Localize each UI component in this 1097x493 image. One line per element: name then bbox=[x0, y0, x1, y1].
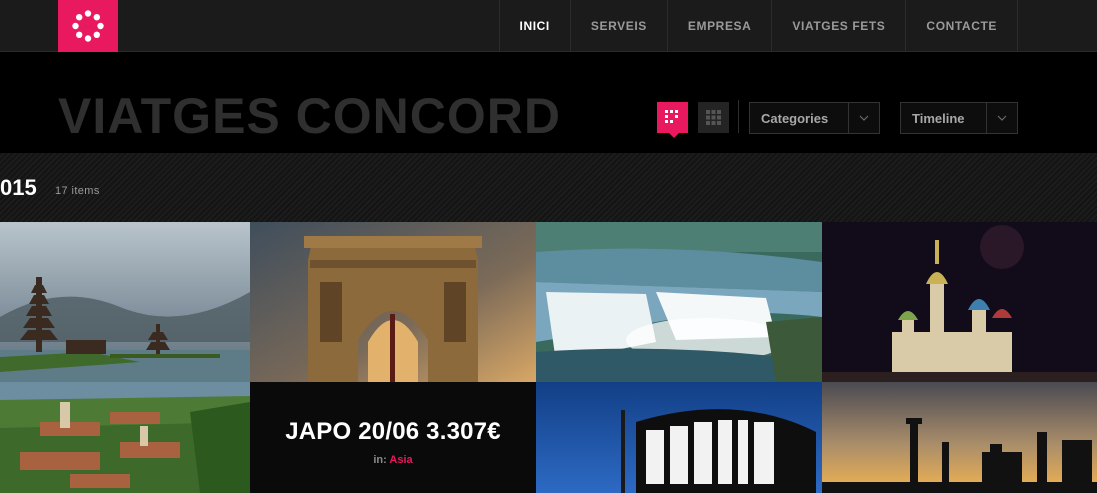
list-view-icon bbox=[665, 110, 678, 123]
nav-item-inici[interactable]: INICI bbox=[500, 0, 571, 52]
grid-view-icon bbox=[706, 110, 721, 125]
site-logo[interactable] bbox=[58, 0, 118, 52]
chevron-down-icon bbox=[986, 103, 1017, 133]
logo-ring-icon bbox=[72, 10, 104, 42]
timeline-dropdown-label: Timeline bbox=[912, 110, 965, 126]
gallery-tile-berlin[interactable] bbox=[536, 382, 822, 493]
featured-title: JAPO 20/06 3.307€ bbox=[285, 418, 501, 445]
waterfalls-image bbox=[536, 222, 822, 382]
list-view-button[interactable] bbox=[657, 102, 688, 138]
chevron-down-icon bbox=[848, 103, 879, 133]
ruins-sunset-image bbox=[822, 382, 1097, 493]
nav-item-serveis[interactable]: SERVEIS bbox=[571, 0, 668, 52]
gallery-tile-old-town[interactable] bbox=[0, 382, 250, 493]
timeline-dropdown[interactable]: Timeline bbox=[900, 102, 1018, 134]
page-header: VIATGES CONCORD Categories Timeline bbox=[0, 53, 1097, 153]
featured-category-line: in: Asia bbox=[373, 454, 412, 466]
berlin-sign-image bbox=[536, 382, 822, 493]
grid-view-button[interactable] bbox=[698, 102, 729, 133]
page-title: VIATGES CONCORD bbox=[58, 88, 561, 144]
toolbar-divider bbox=[738, 100, 739, 133]
timeline-year-bar: 015 17 items bbox=[0, 153, 1097, 222]
gallery-tile-ruins[interactable] bbox=[822, 382, 1097, 493]
gallery-tile-bali-temple[interactable] bbox=[0, 222, 250, 382]
nav-item-contacte[interactable]: CONTACTE bbox=[906, 0, 1018, 52]
nav-item-empresa[interactable]: EMPRESA bbox=[668, 0, 773, 52]
main-nav: INICI SERVEIS EMPRESA VIATGES FETS CONTA… bbox=[498, 0, 1018, 52]
old-town-image bbox=[0, 382, 250, 493]
nav-item-viatges-fets[interactable]: VIATGES FETS bbox=[772, 0, 907, 52]
gallery-tile-japo-featured[interactable]: JAPO 20/06 3.307€ in: Asia bbox=[250, 382, 536, 493]
featured-overlay: JAPO 20/06 3.307€ in: Asia bbox=[250, 382, 536, 493]
gallery-tile-cathedral[interactable] bbox=[822, 222, 1097, 382]
cathedral-night-image bbox=[822, 222, 1097, 382]
triumphal-arch-image bbox=[250, 222, 536, 382]
featured-category-link[interactable]: Asia bbox=[389, 454, 412, 466]
top-navbar: INICI SERVEIS EMPRESA VIATGES FETS CONTA… bbox=[0, 0, 1097, 52]
featured-category-prefix: in: bbox=[373, 454, 387, 466]
categories-dropdown[interactable]: Categories bbox=[749, 102, 880, 134]
gallery-tile-waterfalls[interactable] bbox=[536, 222, 822, 382]
gallery-tile-triumphal-arch[interactable] bbox=[250, 222, 536, 382]
timeline-year: 015 bbox=[0, 175, 37, 200]
timeline-item-count: 17 items bbox=[55, 185, 100, 197]
bali-temple-image bbox=[0, 222, 250, 382]
categories-dropdown-label: Categories bbox=[761, 110, 829, 126]
